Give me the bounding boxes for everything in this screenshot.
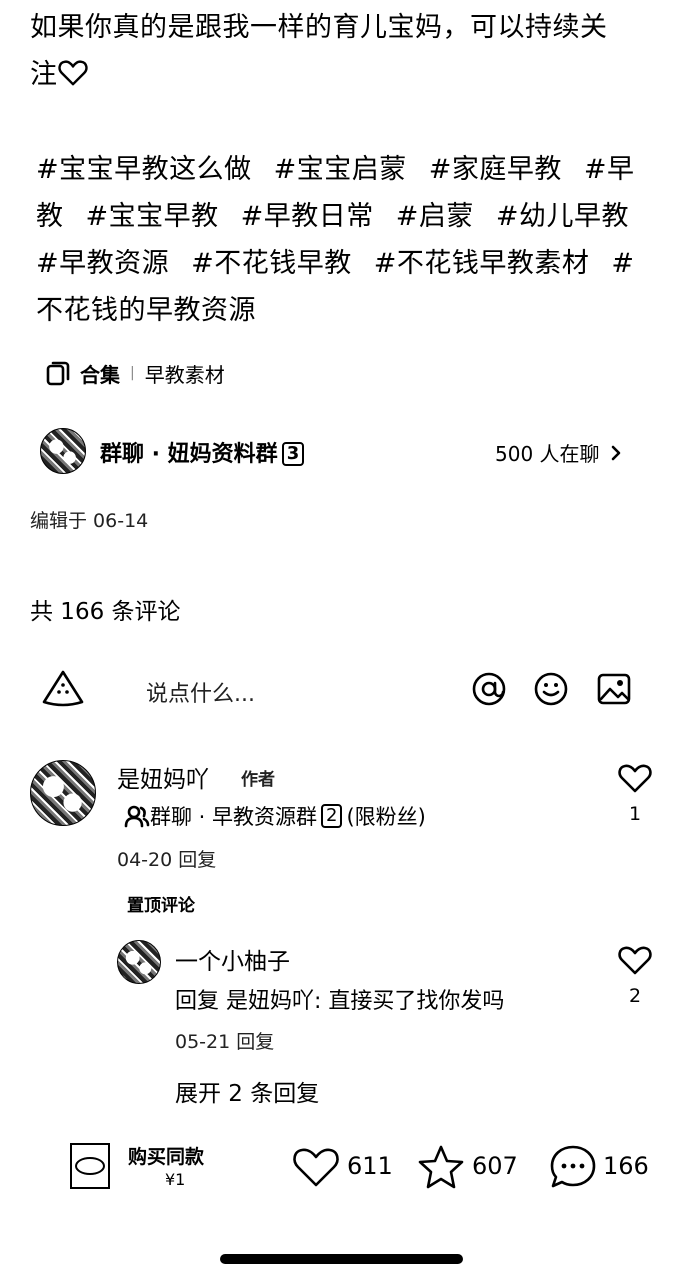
pinned-label: 置顶评论 <box>127 896 195 916</box>
reply-like-heart-icon[interactable] <box>618 944 652 976</box>
divider: | <box>130 365 135 381</box>
hashtag-link[interactable]: #不花钱早教素材 <box>374 248 590 279</box>
collection-icon <box>46 361 70 386</box>
hashtag-line: 教 #宝宝早教 #早教日常 #启蒙 #幼儿早教 <box>36 193 676 240</box>
collection-label: 合集 <box>80 362 120 387</box>
edited-date: 编辑于 06-14 <box>30 510 149 532</box>
hashtag-line: #早教资源 #不花钱早教 #不花钱早教素材 # <box>36 240 676 287</box>
collection-name: 早教素材 <box>144 362 225 387</box>
comment-group-badge: 2 <box>321 804 343 828</box>
comment-username[interactable]: 是妞妈吖 <box>117 760 209 794</box>
reply-date: 05-21 <box>175 1031 231 1053</box>
post-body-line2: 注 <box>30 59 58 90</box>
reply-text: 回复 是妞妈吖: 直接买了找你发吗 <box>175 989 505 1014</box>
like-count: 611 <box>347 1152 393 1180</box>
hashtag-link[interactable]: #早教日常 <box>241 201 374 232</box>
buy-price: ¥1 <box>165 1170 186 1189</box>
image-icon[interactable] <box>596 671 632 707</box>
hashtag-link[interactable]: #幼儿早教 <box>496 201 629 232</box>
reply-meta: 05-21 回复 <box>175 1027 274 1054</box>
hashtag-link[interactable]: 教 <box>36 201 64 232</box>
product-thumbnail[interactable] <box>70 1143 110 1189</box>
comment-bubble-icon[interactable] <box>549 1144 597 1190</box>
hashtag-link[interactable]: #不花钱早教 <box>191 248 352 279</box>
home-indicator <box>220 1254 463 1264</box>
reply-like-count: 2 <box>628 985 642 1007</box>
group-badge: 3 <box>281 442 305 466</box>
like-icon[interactable] <box>292 1145 340 1189</box>
hashtag-block: #宝宝早教这么做 #宝宝启蒙 #家庭早教 #早教 #宝宝早教 #早教日常 #启蒙 #幼儿早教 #… <box>36 146 676 334</box>
buy-same-label[interactable]: 购买同款 <box>128 1142 204 1169</box>
hashtag-link[interactable]: #宝宝早教这么做 <box>36 154 252 185</box>
reply-reply-button[interactable]: 回复 <box>236 1031 274 1053</box>
expand-replies-button[interactable]: 展开 2 条回复 <box>175 1074 319 1108</box>
group-avatar <box>40 428 86 474</box>
hashtag-link[interactable]: #宝宝启蒙 <box>274 154 407 185</box>
comment-group-suffix: (限粉丝) <box>346 805 426 829</box>
watermelon-icon <box>42 670 84 707</box>
hashtag-link[interactable]: #家庭早教 <box>429 154 562 185</box>
post-body-line2-row: 注 <box>30 51 670 98</box>
hashtag-link[interactable]: #早 <box>584 154 635 185</box>
star-count: 607 <box>472 1152 518 1180</box>
reply-username[interactable]: 一个小柚子 <box>175 942 290 976</box>
hashtag-link[interactable]: #早教资源 <box>36 248 169 279</box>
group-users-icon <box>124 805 150 828</box>
author-tag: 作者 <box>241 770 275 790</box>
reply-avatar[interactable] <box>117 940 161 984</box>
comment-reply-button[interactable]: 回复 <box>178 849 216 871</box>
post-body-line1: 如果你真的是跟我一样的育儿宝妈，可以持续关 <box>30 12 608 43</box>
comment-group-name: 群聊 · 早教资源群 <box>150 805 318 829</box>
collection-row[interactable]: 合集 | 早教素材 <box>46 358 225 388</box>
group-chat-name: 群聊 · 妞妈资料群 <box>100 442 278 467</box>
heart-outline-icon <box>57 60 88 86</box>
hashtag-link[interactable]: #启蒙 <box>396 201 474 232</box>
hashtag-line: #宝宝早教这么做 #宝宝启蒙 #家庭早教 #早 <box>36 146 676 193</box>
comment-meta: 04-20 回复 <box>117 845 216 872</box>
hashtag-link[interactable]: 不花钱的早教资源 <box>36 295 256 326</box>
group-chat-name-row[interactable]: 群聊 · 妞妈资料群 3 <box>100 436 305 468</box>
comment-like-heart-icon[interactable] <box>618 762 652 794</box>
star-icon[interactable] <box>417 1144 465 1190</box>
commenter-avatar[interactable] <box>30 760 96 826</box>
emoji-icon[interactable] <box>533 671 569 707</box>
mention-icon[interactable] <box>471 671 507 707</box>
comment-group-link[interactable]: 群聊 · 早教资源群 2 (限粉丝) <box>124 801 426 831</box>
hashtag-link[interactable]: # <box>611 248 634 279</box>
comment-like-count: 1 <box>628 803 642 825</box>
group-member-count: 500 人在聊 <box>495 442 600 466</box>
chevron-right-icon <box>611 445 620 460</box>
comment-input[interactable]: 说点什么... <box>146 676 255 708</box>
post-body: 如果你真的是跟我一样的育儿宝妈，可以持续关 注 <box>30 4 670 98</box>
hashtag-line: 不花钱的早教资源 <box>36 287 676 334</box>
hashtag-link[interactable]: #宝宝早教 <box>86 201 219 232</box>
comment-date: 04-20 <box>117 849 173 871</box>
comment-count: 166 <box>603 1152 649 1180</box>
group-join-link[interactable]: 500 人在聊 <box>495 438 624 467</box>
comment-total: 共 166 条评论 <box>30 599 181 625</box>
